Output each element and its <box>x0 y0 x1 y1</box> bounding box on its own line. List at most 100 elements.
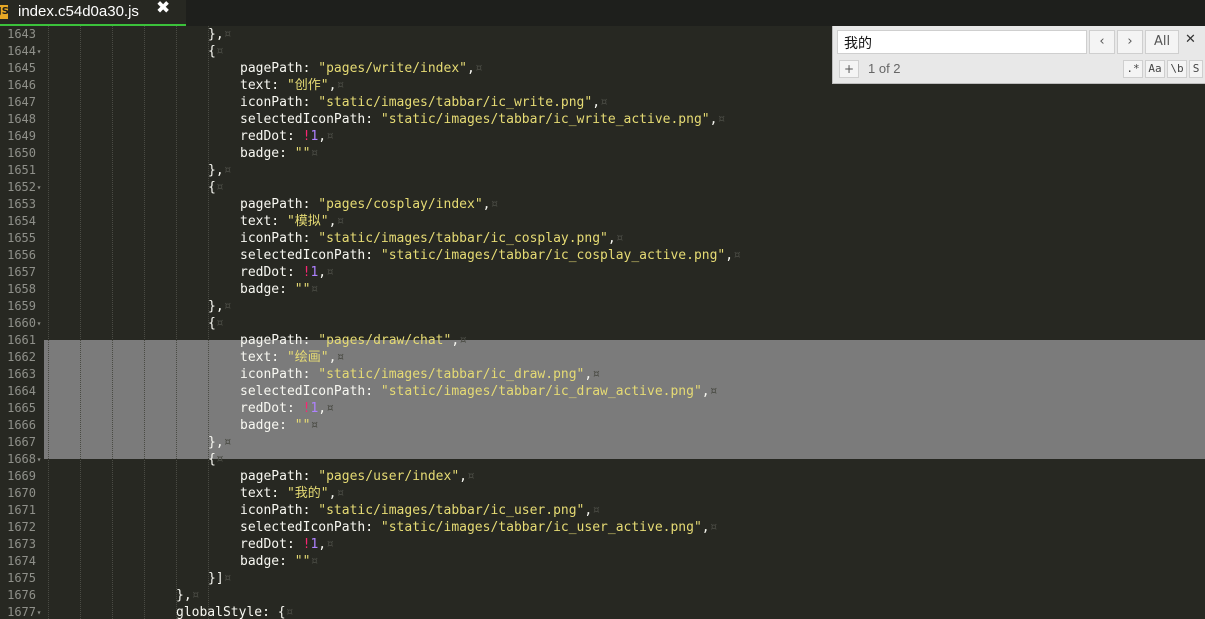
whitespace-marker: ¤ <box>215 452 224 467</box>
fold-marker-icon[interactable]: ▾ <box>34 179 44 196</box>
code-line: 1669 pagePath: "pages/user/index",¤ <box>0 468 1205 485</box>
line-number: 1677 <box>7 605 36 619</box>
code-editor[interactable]: 1643},¤ 1644 ▾ {¤ 1645 pagePath: "pages/write… <box>0 26 1205 619</box>
code-text: selectedIconPath: "static/images/tabbar/… <box>240 519 717 536</box>
line-number: 1669 <box>7 469 36 483</box>
regex-toggle[interactable]: .* <box>1123 60 1143 78</box>
code-text: iconPath: "static/images/tabbar/ic_draw.… <box>240 366 600 383</box>
code-token: , <box>607 231 616 246</box>
whitespace-marker: ¤ <box>223 299 232 314</box>
line-number: 1673 <box>7 537 36 551</box>
code-text: iconPath: "static/images/tabbar/ic_cospl… <box>240 230 624 247</box>
fold-marker-icon <box>34 349 44 366</box>
find-expand-button[interactable]: + <box>839 60 859 78</box>
code-text: },¤ <box>176 587 199 604</box>
code-line: 1651},¤ <box>0 162 1205 179</box>
code-token: , <box>701 520 710 535</box>
line-number: 1658 <box>7 282 36 296</box>
line-number: 1670 <box>7 486 36 500</box>
code-text: badge: ""¤ <box>240 145 318 162</box>
line-number: 1674 <box>7 554 36 568</box>
code-line: 1663 iconPath: "static/images/tabbar/ic_d… <box>0 366 1205 383</box>
close-tab-icon[interactable]: ✖ <box>156 0 170 18</box>
fold-marker-icon[interactable]: ▾ <box>34 43 44 60</box>
string-token: "绘画" <box>286 350 329 365</box>
code-text: redDot: !1,¤ <box>240 264 334 281</box>
code-token: badge: <box>240 282 295 297</box>
code-text: redDot: !1,¤ <box>240 400 334 417</box>
code-line: 1662 text: "绘画",¤ <box>0 349 1205 366</box>
line-number: 1666 <box>7 418 36 432</box>
find-input[interactable]: 我的 <box>837 30 1087 54</box>
code-text: selectedIconPath: "static/images/tabbar/… <box>240 111 725 128</box>
code-token: , <box>318 265 327 280</box>
code-text: }]¤ <box>208 570 231 587</box>
code-token: }, <box>208 163 224 178</box>
fold-marker-icon <box>34 94 44 111</box>
file-tab-title: index.c54d0a30.js <box>18 3 139 20</box>
find-next-button[interactable]: › <box>1117 30 1143 54</box>
code-token: text: <box>240 486 287 501</box>
fold-marker-icon <box>34 145 44 162</box>
line-number: 1662 <box>7 350 36 364</box>
find-all-button[interactable]: All <box>1145 30 1179 54</box>
code-token: text: <box>240 214 287 229</box>
code-text: pagePath: "pages/write/index",¤ <box>240 60 483 77</box>
fold-marker-icon[interactable]: ▾ <box>34 604 44 619</box>
whitespace-marker: ¤ <box>215 180 224 195</box>
code-token: text: <box>240 350 287 365</box>
whitespace-marker: ¤ <box>326 265 334 280</box>
code-token: pagePath: <box>240 333 319 348</box>
code-text: },¤ <box>208 434 231 451</box>
line-number: 1664 <box>7 384 36 398</box>
string-token: "" <box>294 282 311 297</box>
code-line: 1671 iconPath: "static/images/tabbar/ic_u… <box>0 502 1205 519</box>
code-line: 1657 redDot: !1,¤ <box>0 264 1205 281</box>
code-text: redDot: !1,¤ <box>240 536 334 553</box>
code-text: badge: ""¤ <box>240 417 318 434</box>
line-number: 1659 <box>7 299 36 313</box>
close-find-icon[interactable]: ✕ <box>1185 32 1196 47</box>
code-text: pagePath: "pages/cosplay/index",¤ <box>240 196 498 213</box>
string-token: "static/images/tabbar/ic_write_active.pn… <box>380 112 710 127</box>
fold-marker-icon <box>34 502 44 519</box>
code-line: 1648 selectedIconPath: "static/images/tab… <box>0 111 1205 128</box>
whitespace-marker: ¤ <box>467 469 475 484</box>
whitespace-marker: ¤ <box>717 112 726 127</box>
code-line: 1675}]¤ <box>0 570 1205 587</box>
line-number: 1672 <box>7 520 36 534</box>
code-token: , <box>725 248 734 263</box>
fold-marker-icon <box>34 26 44 43</box>
string-token: "static/images/tabbar/ic_cosplay_active.… <box>380 248 726 263</box>
file-tab[interactable]: JS index.c54d0a30.js ✖ <box>0 0 186 26</box>
string-token: "我的" <box>286 486 329 501</box>
code-line: 1667 },¤ <box>0 434 1205 451</box>
code-line: 1659},¤ <box>0 298 1205 315</box>
code-text: pagePath: "pages/draw/chat",¤ <box>240 332 467 349</box>
whitespace-marker: ¤ <box>600 95 608 110</box>
whitespace-marker: ¤ <box>474 61 483 76</box>
code-line: 1666 badge: ""¤ <box>0 417 1205 434</box>
fold-marker-icon <box>34 485 44 502</box>
whole-word-toggle[interactable]: \b <box>1167 60 1187 78</box>
code-token: badge: <box>240 554 295 569</box>
in-selection-toggle[interactable]: S <box>1189 60 1203 78</box>
code-text: globalStyle: {¤ <box>176 604 293 619</box>
code-line: 1656 selectedIconPath: "static/images/tab… <box>0 247 1205 264</box>
fold-marker-icon[interactable]: ▾ <box>34 315 44 332</box>
code-token: , <box>459 469 467 484</box>
whitespace-marker: ¤ <box>592 503 601 518</box>
fold-marker-icon <box>34 366 44 383</box>
code-text: selectedIconPath: "static/images/tabbar/… <box>240 383 717 400</box>
line-number: 1667 <box>7 435 36 449</box>
code-text: selectedIconPath: "static/images/tabbar/… <box>240 247 741 264</box>
find-prev-button[interactable]: ‹ <box>1089 30 1115 54</box>
code-token: , <box>467 61 475 76</box>
whitespace-marker: ¤ <box>215 316 224 331</box>
whitespace-marker: ¤ <box>191 588 200 603</box>
code-text: {¤ <box>208 43 224 60</box>
fold-marker-icon[interactable]: ▾ <box>34 451 44 468</box>
fold-marker-icon <box>34 196 44 213</box>
fold-marker-icon <box>34 281 44 298</box>
case-sensitive-toggle[interactable]: Aa <box>1145 60 1165 78</box>
